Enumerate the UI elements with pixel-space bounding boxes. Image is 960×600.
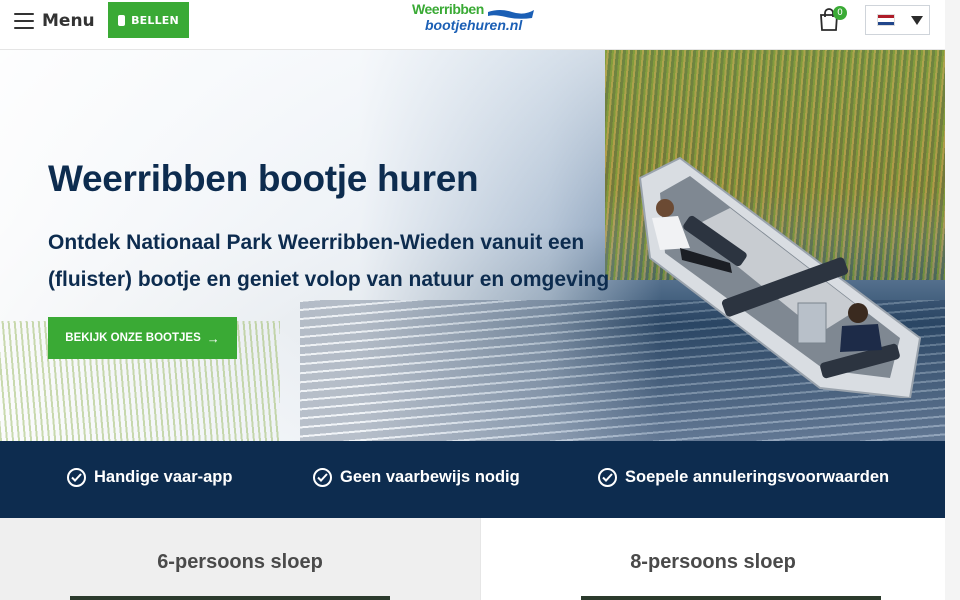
check-circle-icon — [598, 468, 617, 487]
product-title: 8-persoons sloep — [630, 551, 796, 573]
usp-item: Handige vaar-app — [67, 468, 232, 487]
arrow-right-icon: → — [206, 330, 220, 346]
hero-title: Weerribben bootje huren — [48, 158, 479, 199]
boat-illustration — [638, 156, 922, 398]
usp-item: Soepele annuleringsvoorwaarden — [598, 468, 889, 487]
menu-label: Menu — [42, 11, 95, 31]
usp-label: Handige vaar-app — [94, 468, 233, 486]
check-circle-icon — [67, 468, 86, 487]
hamburger-icon — [14, 13, 34, 29]
product-image — [70, 596, 390, 600]
product-image — [581, 596, 881, 600]
menu-button[interactable]: Menu — [14, 9, 95, 33]
site-header: Menu BELLEN Weerribben bootjehuren.nl 0 — [0, 0, 945, 50]
view-boats-button-label: BEKIJK ONZE BOOTJES — [65, 332, 201, 344]
call-button[interactable]: BELLEN — [108, 2, 189, 38]
usp-label: Soepele annuleringsvoorwaarden — [625, 468, 890, 486]
usp-bar: Handige vaar-app Geen vaarbewijs nodig S… — [0, 441, 945, 518]
check-circle-icon — [313, 468, 332, 487]
logo-text-bottom: bootjehuren.nl — [425, 17, 523, 33]
product-card-6-person[interactable]: 6-persoons sloep — [0, 518, 480, 600]
usp-label: Geen vaarbewijs nodig — [340, 468, 520, 486]
page-scrollbar[interactable] — [945, 0, 960, 600]
hero-banner: Weerribben bootje huren Ontdek Nationaal… — [0, 50, 945, 441]
view-boats-button[interactable]: BEKIJK ONZE BOOTJES → — [48, 317, 237, 359]
language-selector[interactable] — [865, 5, 930, 35]
hero-subtitle: Ontdek Nationaal Park Weerribben-Wieden … — [48, 231, 610, 291]
caret-down-icon — [911, 15, 923, 25]
product-card-8-person[interactable]: 8-persoons sloep — [480, 518, 945, 600]
product-title: 6-persoons sloep — [157, 551, 323, 573]
phone-icon — [118, 14, 126, 26]
cart-count-badge: 0 — [833, 6, 847, 20]
usp-item: Geen vaarbewijs nodig — [313, 468, 520, 487]
dutch-flag-icon — [877, 14, 895, 26]
call-button-label: BELLEN — [131, 13, 179, 27]
site-logo[interactable]: Weerribben bootjehuren.nl — [412, 2, 534, 38]
